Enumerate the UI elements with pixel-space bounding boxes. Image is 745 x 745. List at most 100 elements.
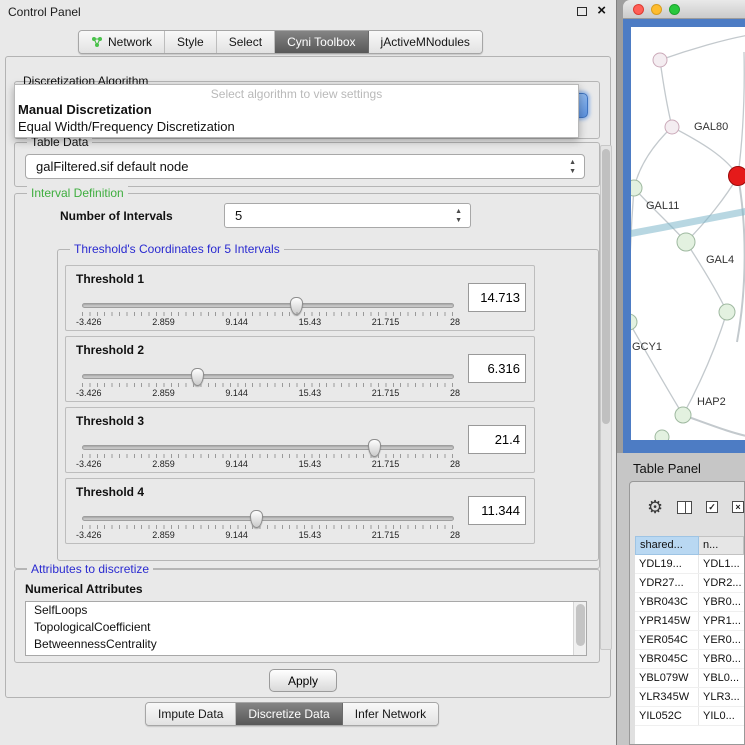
name-cell[interactable]: YIL0... — [699, 707, 744, 725]
deselect-all-icon[interactable]: × — [732, 501, 744, 513]
threshold-4-block: Threshold 4 -3.4262.8599.14415.4321.7152… — [65, 478, 535, 544]
shared-name-cell[interactable]: YDL19... — [635, 555, 699, 573]
name-cell[interactable]: YBR0... — [699, 650, 744, 668]
tab-impute-data[interactable]: Impute Data — [146, 703, 236, 725]
network-edge[interactable] — [660, 35, 745, 60]
shared-name-cell[interactable]: YLR345W — [635, 688, 699, 706]
shared-name-cell[interactable]: YBR045C — [635, 650, 699, 668]
network-window-titlebar[interactable] — [623, 0, 745, 19]
tab-cyni-toolbox[interactable]: Cyni Toolbox — [275, 31, 368, 53]
table-row[interactable]: YBR045CYBR0... — [635, 650, 744, 669]
list-item[interactable]: BetweennessCentrality — [26, 636, 586, 653]
tab-discretize-data[interactable]: Discretize Data — [236, 703, 342, 725]
network-edge[interactable] — [660, 60, 672, 127]
network-edge[interactable] — [737, 176, 745, 342]
network-node-gal11[interactable] — [631, 180, 642, 196]
slider-track[interactable] — [82, 374, 454, 379]
table-data-combo[interactable]: galFiltered.sif default node ▲▼ — [25, 154, 585, 179]
column-header-name[interactable]: n... — [699, 536, 744, 555]
column-header-shared-name[interactable]: shared... — [635, 536, 699, 555]
network-edge[interactable] — [631, 210, 745, 235]
table-row[interactable]: YBR043CYBR0... — [635, 593, 744, 612]
network-edge[interactable] — [672, 127, 738, 176]
network-node-gal4[interactable] — [677, 233, 695, 251]
shared-name-cell[interactable]: YPR145W — [635, 612, 699, 630]
name-cell[interactable]: YDR2... — [699, 574, 744, 592]
list-item[interactable]: SelfLoops — [26, 602, 586, 619]
arrow-up-icon[interactable]: ▲ — [455, 207, 462, 216]
tab-infer-network[interactable]: Infer Network — [343, 703, 438, 725]
threshold-value-input[interactable] — [468, 283, 526, 312]
list-scrollbar[interactable] — [573, 602, 586, 655]
threshold-value-input[interactable] — [468, 425, 526, 454]
network-node-gal80[interactable] — [665, 120, 679, 134]
spinner-arrows-icon[interactable]: ▲▼ — [455, 207, 462, 225]
slider-track[interactable] — [82, 516, 454, 521]
arrow-down-icon[interactable]: ▼ — [455, 216, 462, 225]
close-window-button[interactable]: × — [597, 5, 606, 17]
shared-name-cell[interactable]: YIL052C — [635, 707, 699, 725]
table-row[interactable]: YBL079WYBL0... — [635, 669, 744, 688]
tab-style[interactable]: Style — [165, 31, 217, 53]
shared-name-cell[interactable]: YBL079W — [635, 669, 699, 687]
tick-label: 15.43 — [299, 530, 322, 540]
name-cell[interactable]: YLR3... — [699, 688, 744, 706]
zoom-traffic-light[interactable] — [669, 4, 680, 15]
table-row[interactable]: YLR345WYLR3... — [635, 688, 744, 707]
shared-name-cell[interactable]: YBR043C — [635, 593, 699, 611]
network-node[interactable] — [719, 304, 735, 320]
tab-label: Network — [108, 35, 152, 49]
network-edge[interactable] — [686, 176, 738, 242]
slider-ticks — [82, 383, 454, 387]
list-item[interactable]: TopologicalCoefficient — [26, 619, 586, 636]
threshold-value-input[interactable] — [468, 496, 526, 525]
network-node[interactable] — [653, 53, 667, 67]
slider-track[interactable] — [82, 303, 454, 308]
minimize-traffic-light[interactable] — [651, 4, 662, 15]
table-row[interactable]: YER054CYER0... — [635, 631, 744, 650]
columns-icon[interactable] — [677, 501, 692, 514]
tab-select[interactable]: Select — [217, 31, 275, 53]
threshold-value-input[interactable] — [468, 354, 526, 383]
float-window-button[interactable] — [577, 7, 587, 16]
network-node-gcy1[interactable] — [631, 314, 637, 330]
tab-jactivemnodules[interactable]: jActiveMNodules — [369, 31, 482, 53]
gear-icon[interactable]: ⚙ — [647, 498, 663, 516]
network-node-hap2[interactable] — [675, 407, 691, 423]
slider-track[interactable] — [82, 445, 454, 450]
network-node[interactable] — [655, 430, 669, 440]
panel-scrollbar[interactable] — [600, 145, 612, 650]
dropdown-option-equal-width[interactable]: Equal Width/Frequency Discretization — [15, 118, 578, 135]
apply-button[interactable]: Apply — [269, 669, 337, 692]
thresholds-group-label: Threshold's Coordinates for 5 Intervals — [70, 242, 284, 256]
network-graph[interactable]: GAL80GAL11GAL4GCY1HAP2 — [631, 27, 745, 440]
network-edge[interactable] — [683, 415, 745, 437]
shared-name-cell[interactable]: YDR27... — [635, 574, 699, 592]
panel-scrollbar-thumb[interactable] — [602, 149, 610, 424]
network-edge[interactable] — [634, 127, 672, 188]
table-row[interactable]: YPR145WYPR1... — [635, 612, 744, 631]
tab-network[interactable]: Network — [79, 31, 165, 53]
table-row[interactable]: YIL052CYIL0... — [635, 707, 744, 726]
name-cell[interactable]: YBL0... — [699, 669, 744, 687]
cyni-toolbox-panel: Discretization Algorithm Select algorith… — [5, 56, 611, 698]
name-cell[interactable]: YPR1... — [699, 612, 744, 630]
close-traffic-light[interactable] — [633, 4, 644, 15]
table-row[interactable]: YDR27...YDR2... — [635, 574, 744, 593]
name-cell[interactable]: YBR0... — [699, 593, 744, 611]
shared-name-cell[interactable]: YER054C — [635, 631, 699, 649]
network-edge[interactable] — [631, 188, 634, 322]
number-of-intervals-spinner[interactable]: 5 ▲▼ — [224, 203, 471, 228]
dropdown-option-manual-discretization[interactable]: Manual Discretization — [15, 101, 578, 118]
network-edge[interactable] — [631, 322, 683, 415]
name-cell[interactable]: YDL1... — [699, 555, 744, 573]
network-edge[interactable] — [738, 52, 744, 176]
list-scrollbar-thumb[interactable] — [576, 604, 585, 646]
network-edge[interactable] — [686, 242, 727, 312]
network-canvas[interactable]: GAL80GAL11GAL4GCY1HAP2 — [631, 27, 745, 440]
select-all-icon[interactable]: ✓ — [706, 501, 718, 513]
table-row[interactable]: YDL19...YDL1... — [635, 555, 744, 574]
network-node-selected-red[interactable] — [729, 167, 745, 186]
node-label: GAL11 — [646, 200, 679, 212]
name-cell[interactable]: YER0... — [699, 631, 744, 649]
